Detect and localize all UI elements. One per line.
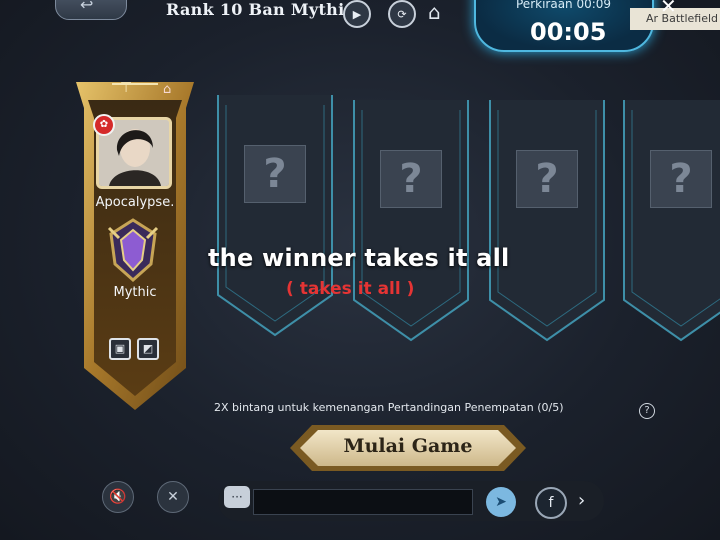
pick-slot: ? — [620, 100, 720, 350]
telegram-icon: ➤ — [495, 494, 507, 510]
timer-value: 00:05 — [530, 18, 607, 46]
player-name: Apocalypse. — [95, 195, 175, 210]
mythic-emblem-icon — [105, 218, 161, 283]
chevron-right-icon[interactable]: › — [578, 490, 585, 511]
chat-icon[interactable]: ··· — [224, 486, 250, 508]
start-game-button[interactable]: Mulai Game — [288, 423, 528, 473]
bag-icon[interactable]: ▣ — [109, 338, 131, 360]
placement-hint: 2X bintang untuk kemenangan Pertandingan… — [214, 401, 564, 414]
play-button[interactable]: ▶ — [343, 0, 371, 28]
chat-input[interactable] — [253, 489, 473, 515]
pick-slot: ? — [214, 95, 336, 345]
pick-slot: ? — [486, 100, 608, 350]
home-button[interactable]: ⌂ — [428, 0, 458, 26]
overlay-caption: the winner takes it all — [208, 244, 510, 272]
mic-mute-icon: 🔇 — [109, 489, 127, 505]
rank-label: Mythic — [113, 285, 157, 300]
close-icon[interactable]: ✕ — [660, 0, 677, 18]
slot-placeholder: ? — [516, 150, 578, 208]
help-icon[interactable]: ? — [639, 403, 655, 419]
facebook-icon: f — [548, 495, 554, 511]
play-icon: ▶ — [352, 7, 362, 21]
home-icon: ⌂ — [428, 0, 441, 24]
flag-icon: ✿ — [93, 114, 115, 136]
mode-title: Rank 10 Ban Mythic — [166, 0, 355, 19]
back-arrow-icon: ↩ — [80, 0, 94, 14]
slot-placeholder: ? — [650, 150, 712, 208]
pick-slot: ? — [350, 100, 472, 350]
overlay-caption-sub: ( takes it all ) — [286, 279, 415, 299]
telegram-share-button[interactable]: ➤ — [486, 487, 516, 517]
facebook-share-button[interactable]: f — [535, 487, 567, 519]
voice-mute-icon: ✕ — [167, 489, 179, 505]
refresh-button[interactable]: ⟳ — [388, 0, 416, 28]
slot-placeholder: ? — [380, 150, 442, 208]
speaker-mute-button[interactable]: 🔇 — [102, 481, 134, 513]
house-icon: ⌂ — [163, 82, 172, 97]
bag-icon[interactable]: ◩ — [137, 338, 159, 360]
slot-placeholder: ? — [244, 145, 306, 203]
back-button[interactable]: ↩ — [55, 0, 127, 20]
refresh-icon: ⟳ — [397, 7, 407, 21]
voice-mute-button[interactable]: ✕ — [157, 481, 189, 513]
banner-crest-icon: ⊤ — [120, 80, 133, 96]
timer-label: Perkiraan 00:09 — [516, 0, 612, 11]
start-game-label: Mulai Game — [343, 435, 473, 457]
